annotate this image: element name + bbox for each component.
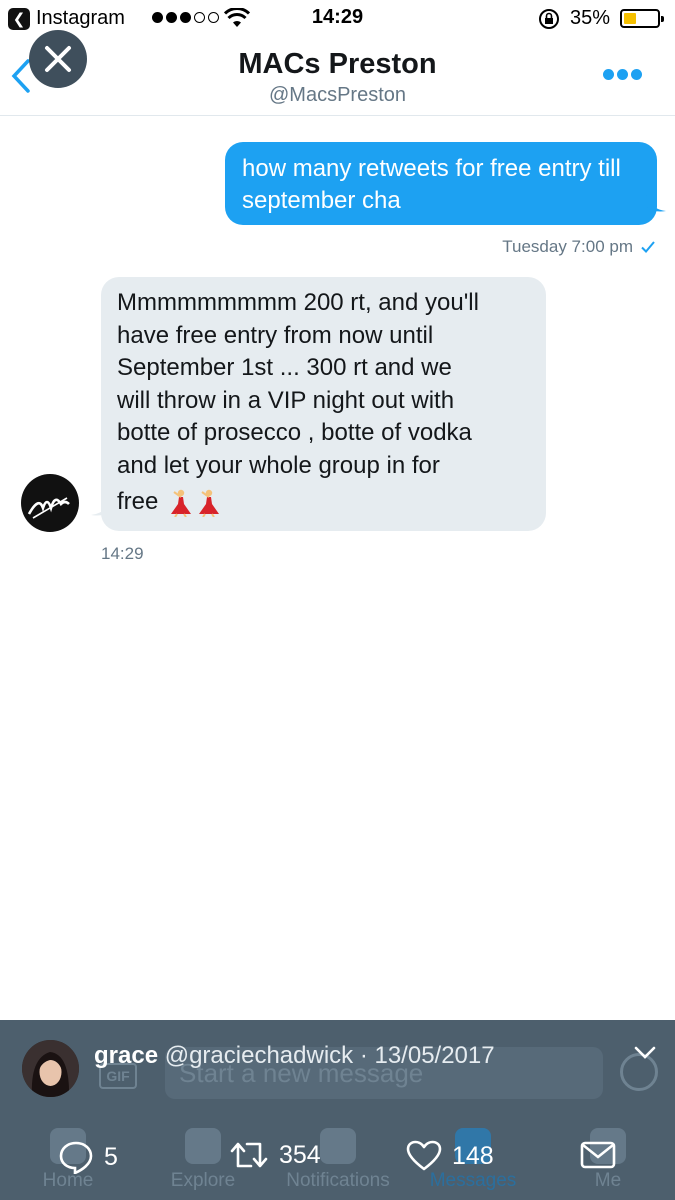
bubble-tail [646, 195, 666, 212]
chevron-down-icon[interactable] [634, 1046, 656, 1060]
tweet-actions: 5 354 148 [0, 1140, 675, 1182]
dancer-emoji-icon [199, 489, 220, 517]
battery-icon [620, 9, 664, 28]
message-line: September 1st ... 300 rt and we [117, 354, 452, 381]
received-message-time: 14:29 [101, 544, 144, 563]
read-check-icon [641, 241, 655, 253]
reply-count: 5 [104, 1142, 118, 1171]
retweet-icon [230, 1142, 268, 1168]
more-options-icon[interactable] [603, 69, 642, 80]
message-line: and let your whole group in for [117, 451, 440, 479]
author-name: grace [94, 1042, 159, 1069]
tweet-date: 13/05/2017 [374, 1042, 495, 1069]
conversation-header: MACs Preston @MacsPreston [0, 36, 675, 116]
received-message-bubble[interactable]: Mmmmmmmmm 200 rt, and you'll have free e… [91, 277, 546, 531]
sent-message-time: Tuesday 7:00 pm [502, 237, 633, 256]
sender-avatar[interactable] [21, 474, 79, 532]
conversation-handle: @MacsPreston [268, 84, 406, 106]
retweet-button[interactable]: 354 [229, 1140, 321, 1170]
conversation-title: MACs Preston [238, 48, 437, 80]
sent-message-bubble[interactable]: how many retweets for free entry till se… [225, 142, 666, 225]
message-line: have free entry from now until [117, 321, 434, 349]
retweet-count: 354 [279, 1140, 321, 1169]
rotation-lock-icon [539, 9, 559, 29]
sent-message-meta: Tuesday 7:00 pm [502, 237, 655, 257]
close-icon [45, 46, 71, 72]
message-line: botte of prosecco , botte of vodka [117, 419, 472, 446]
heart-icon [406, 1140, 442, 1171]
message-line: Mmmmmmmmm 200 rt, and you'll [117, 289, 479, 316]
macs-logo-icon [27, 497, 70, 519]
author-avatar[interactable] [22, 1040, 79, 1097]
bubble-tail [91, 499, 111, 516]
battery-percentage: 35% [570, 7, 611, 29]
direct-message-button[interactable] [580, 1140, 616, 1170]
like-count: 148 [452, 1141, 494, 1170]
sent-message-text: how many retweets for free entry till se… [242, 155, 621, 214]
reply-icon [59, 1141, 93, 1174]
dancer-emoji-icon [171, 489, 192, 517]
envelope-icon [580, 1141, 616, 1169]
profile-photo [22, 1040, 79, 1097]
tweet-author[interactable]: grace @graciechadwick · 13/05/2017 [22, 1040, 495, 1097]
close-overlay-button[interactable] [29, 30, 87, 88]
reply-button[interactable]: 5 [58, 1140, 118, 1174]
author-handle: @graciechadwick [164, 1042, 354, 1069]
message-line: will throw in a VIP night out with [117, 386, 455, 414]
like-button[interactable]: 148 [406, 1140, 494, 1172]
message-line: free [117, 488, 159, 515]
status-bar: ❮ Instagram 14:29 35% [0, 0, 675, 36]
